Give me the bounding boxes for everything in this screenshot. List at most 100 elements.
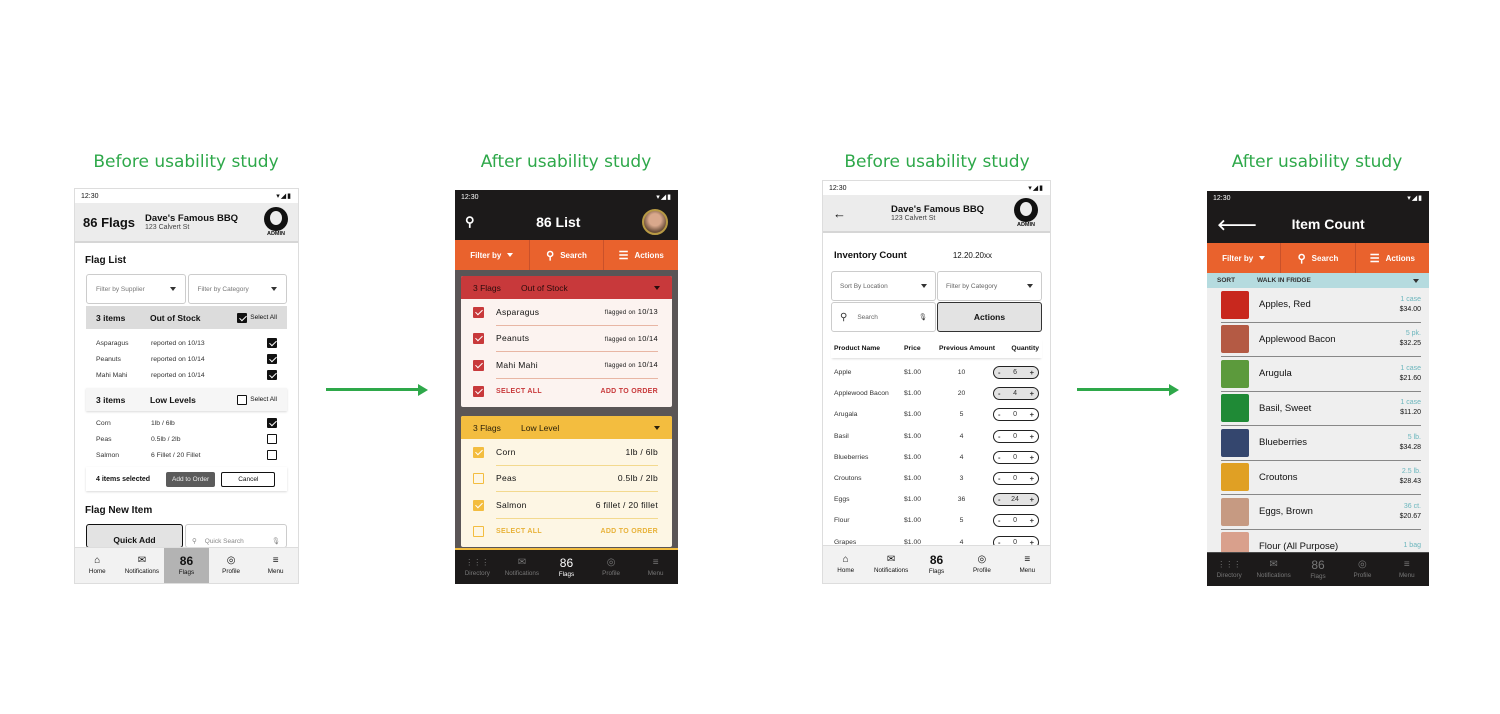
- quantity-stepper[interactable]: - 4 +: [993, 387, 1039, 401]
- minus-button[interactable]: -: [998, 410, 1001, 419]
- nav-directory[interactable]: ⋮⋮⋮ Directory: [1207, 553, 1251, 586]
- avatar[interactable]: ADMIN: [1012, 198, 1040, 228]
- add-to-order-button[interactable]: ADD TO ORDER: [600, 528, 658, 535]
- nav-flags[interactable]: 86 Flags: [164, 548, 209, 583]
- avatar[interactable]: [641, 209, 668, 235]
- nav-notifications[interactable]: ✉ Notifications: [120, 548, 165, 583]
- sort-bar[interactable]: SORT WALK IN FRIDGE: [1207, 273, 1429, 288]
- quick-search-input[interactable]: ⚲ Quick Search 🎙: [185, 524, 287, 548]
- plus-button[interactable]: +: [1030, 432, 1034, 441]
- plus-button[interactable]: +: [1030, 410, 1034, 419]
- filter-category-select[interactable]: Filter by Category: [187, 274, 287, 304]
- add-to-order-button[interactable]: ADD TO ORDER: [600, 388, 658, 395]
- plus-button[interactable]: +: [1030, 389, 1034, 398]
- select-all-button[interactable]: SELECT ALL: [496, 528, 542, 535]
- minus-button[interactable]: -: [998, 495, 1001, 504]
- list-item[interactable]: Eggs, Brown 36 ct. $20.67: [1221, 495, 1421, 530]
- plus-button[interactable]: +: [1030, 368, 1034, 377]
- nav-menu[interactable]: ≡ Menu: [1385, 553, 1429, 586]
- nav-menu[interactable]: ≡ Menu: [633, 550, 678, 584]
- item-checkbox[interactable]: [267, 434, 277, 444]
- nav-profile[interactable]: ◎ Profile: [959, 546, 1004, 583]
- nav-profile[interactable]: ◎ Profile: [209, 548, 254, 583]
- nav-menu[interactable]: ≡ Menu: [1005, 546, 1050, 583]
- add-to-order-button[interactable]: Add to Order: [166, 471, 216, 487]
- nav-notifications[interactable]: ✉ Notifications: [868, 546, 913, 583]
- nav-directory[interactable]: ⋮⋮⋮ Directory: [455, 550, 500, 584]
- actions-button[interactable]: ☰ Actions: [604, 240, 678, 270]
- nav-menu[interactable]: ≡ Menu: [253, 548, 298, 583]
- list-item[interactable]: Blueberries 5 lb. $34.28: [1221, 426, 1421, 461]
- minus-button[interactable]: -: [998, 453, 1001, 462]
- item-checkbox[interactable]: [473, 473, 484, 485]
- item-checkbox[interactable]: [473, 333, 484, 345]
- sort-select[interactable]: Sort By Location: [831, 271, 936, 301]
- item-checkbox[interactable]: [267, 354, 277, 364]
- filter-category-select[interactable]: Filter by Category: [937, 271, 1042, 301]
- search-icon[interactable]: ⚲: [465, 214, 475, 230]
- select-all-checkbox[interactable]: Select All: [237, 394, 277, 405]
- back-arrow-icon[interactable]: 🡐: [1217, 215, 1257, 234]
- cancel-button[interactable]: Cancel: [221, 471, 276, 487]
- minus-button[interactable]: -: [998, 516, 1001, 525]
- plus-button[interactable]: +: [1030, 516, 1034, 525]
- plus-button[interactable]: +: [1030, 474, 1034, 483]
- quantity-stepper[interactable]: - 6 +: [993, 366, 1039, 380]
- quantity-stepper[interactable]: - 0 +: [993, 472, 1039, 486]
- list-item[interactable]: Apples, Red 1 case $34.00: [1221, 288, 1421, 323]
- nav-home[interactable]: ⌂ Home: [75, 548, 120, 583]
- minus-button[interactable]: -: [998, 389, 1001, 398]
- quantity-stepper[interactable]: - 0 +: [993, 514, 1039, 528]
- select-all-checkbox[interactable]: [473, 386, 484, 398]
- item-checkbox[interactable]: [473, 306, 484, 318]
- item-checkbox[interactable]: [267, 338, 277, 348]
- select-all-checkbox[interactable]: Select All: [237, 312, 277, 323]
- mic-icon[interactable]: 🎙: [272, 537, 280, 545]
- quantity-stepper[interactable]: - 0 +: [993, 429, 1039, 443]
- back-arrow-icon[interactable]: ←: [833, 206, 891, 221]
- item-checkbox[interactable]: [473, 446, 484, 458]
- mic-icon[interactable]: 🎙: [919, 313, 927, 321]
- checkbox[interactable]: [237, 312, 248, 323]
- quantity-stepper[interactable]: - 0 +: [993, 408, 1039, 422]
- actions-button[interactable]: Actions: [937, 302, 1042, 332]
- item-checkbox[interactable]: [267, 418, 277, 428]
- search-input[interactable]: ⚲ Search 🎙: [831, 302, 936, 332]
- filter-button[interactable]: Filter by: [455, 240, 530, 270]
- list-item[interactable]: Applewood Bacon 5 pk. $32.25: [1221, 323, 1421, 357]
- avatar[interactable]: ADMIN: [262, 207, 290, 237]
- checkbox[interactable]: [237, 394, 248, 405]
- card-header[interactable]: 3 Flags Low Level: [461, 416, 672, 439]
- nav-flags[interactable]: 86 Flags: [914, 546, 959, 583]
- list-item[interactable]: Arugula 1 case $21.60: [1221, 357, 1421, 392]
- nav-flags[interactable]: 86 Flags: [1296, 553, 1340, 586]
- quantity-stepper[interactable]: - 0 +: [993, 450, 1039, 464]
- select-all-button[interactable]: SELECT ALL: [496, 388, 542, 395]
- plus-button[interactable]: +: [1030, 495, 1034, 504]
- nav-notifications[interactable]: ✉ Notifications: [1251, 553, 1295, 586]
- search-button[interactable]: ⚲ Search: [530, 240, 605, 270]
- item-checkbox[interactable]: [473, 359, 484, 371]
- minus-button[interactable]: -: [998, 368, 1001, 377]
- quantity-stepper[interactable]: - 24 +: [993, 493, 1039, 507]
- list-item[interactable]: Basil, Sweet 1 case $11.20: [1221, 392, 1421, 426]
- item-checkbox[interactable]: [473, 499, 484, 511]
- actions-button[interactable]: ☰ Actions: [1356, 243, 1429, 273]
- quick-add-button[interactable]: Quick Add: [86, 524, 183, 548]
- filter-supplier-select[interactable]: Filter by Supplier: [86, 274, 186, 304]
- plus-button[interactable]: +: [1030, 453, 1034, 462]
- card-header[interactable]: 3 Flags Out of Stock: [461, 276, 672, 299]
- nav-profile[interactable]: ◎ Profile: [1340, 553, 1384, 586]
- nav-home[interactable]: ⌂ Home: [823, 546, 868, 583]
- item-checkbox[interactable]: [267, 450, 277, 460]
- select-all-checkbox[interactable]: [473, 526, 484, 538]
- nav-profile[interactable]: ◎ Profile: [589, 550, 634, 584]
- item-checkbox[interactable]: [267, 370, 277, 380]
- list-item[interactable]: Croutons 2.5 lb. $28.43: [1221, 461, 1421, 495]
- search-button[interactable]: ⚲ Search: [1281, 243, 1356, 273]
- nav-flags[interactable]: 86 Flags: [544, 550, 589, 584]
- minus-button[interactable]: -: [998, 474, 1001, 483]
- nav-notifications[interactable]: ✉ Notifications: [500, 550, 545, 584]
- minus-button[interactable]: -: [998, 432, 1001, 441]
- filter-button[interactable]: Filter by: [1207, 243, 1282, 273]
